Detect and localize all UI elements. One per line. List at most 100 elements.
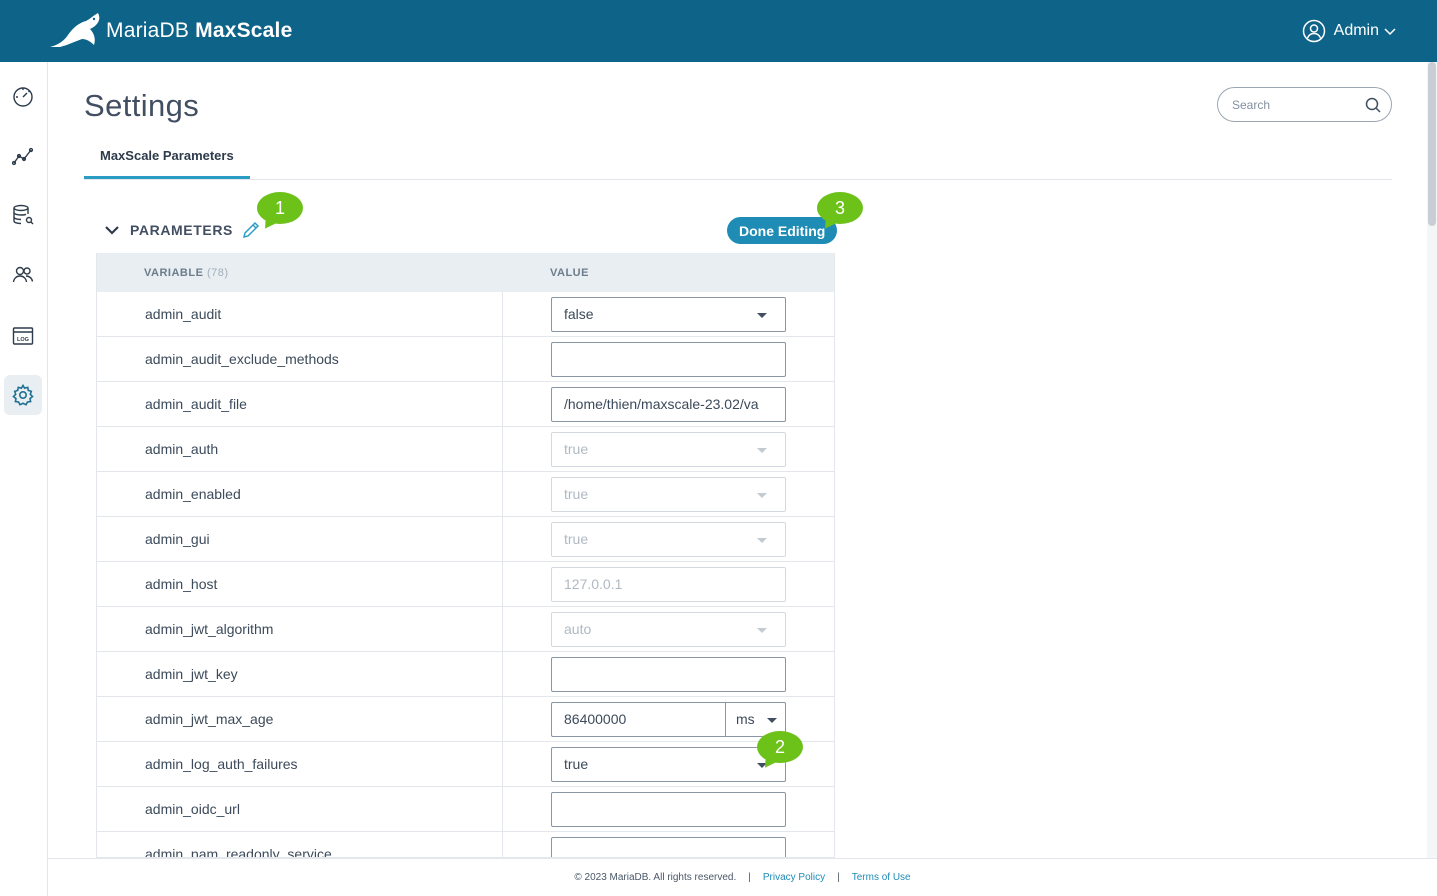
scrollbar-thumb[interactable] xyxy=(1428,62,1436,226)
field-value: true xyxy=(564,486,589,502)
dropdown-caret-icon xyxy=(757,537,767,543)
duration-field[interactable]: 86400000 ms xyxy=(551,701,786,737)
sidebar-item-query-editor[interactable] xyxy=(4,195,42,235)
brand-name: MariaDB MaxScale xyxy=(106,19,292,43)
sidebar-item-logs[interactable]: LOG xyxy=(4,316,42,356)
variable-name: admin_host xyxy=(97,562,503,606)
value-cell xyxy=(503,337,834,381)
tab-maxscale-parameters[interactable]: MaxScale Parameters xyxy=(84,142,250,179)
value-cell xyxy=(503,652,834,696)
sidebar-item-visualization[interactable] xyxy=(4,136,42,176)
field-value: /home/thien/maxscale-23.02/va xyxy=(564,396,759,412)
value-select: auto xyxy=(551,611,786,647)
unit-value: ms xyxy=(736,711,755,727)
sidebar-item-settings[interactable] xyxy=(4,375,42,415)
parameters-section-header: PARAMETERS xyxy=(104,220,261,240)
variable-name: admin_pam_readonly_service xyxy=(97,832,503,857)
table-row: admin_jwt_max_age 86400000 ms xyxy=(97,697,834,742)
value-select: true xyxy=(551,476,786,512)
annotation-bubble-2: 2 xyxy=(757,731,803,763)
table-header: VARIABLE (78) VALUE xyxy=(97,253,834,292)
sidebar-item-users[interactable] xyxy=(4,255,42,295)
page-scrollbar[interactable] xyxy=(1427,62,1437,858)
sidebar-item-dashboard[interactable] xyxy=(4,76,42,116)
main-content: Settings MaxScale Parameters PARAMETERS … xyxy=(48,62,1427,858)
variable-name: admin_gui xyxy=(97,517,503,561)
field-value: 127.0.0.1 xyxy=(564,576,623,592)
table-row: admin_audit_file/home/thien/maxscale-23.… xyxy=(97,382,834,427)
value-cell: true xyxy=(503,427,834,471)
parameters-table: VARIABLE (78) VALUE admin_audit false admi… xyxy=(96,253,835,858)
chevron-down-icon xyxy=(1384,28,1396,36)
dropdown-caret-icon xyxy=(757,312,767,318)
column-header-variable[interactable]: VARIABLE (78) xyxy=(97,267,503,279)
done-editing-button[interactable]: Done Editing xyxy=(727,217,838,244)
copyright-text: © 2023 MariaDB. All rights reserved. xyxy=(574,872,737,883)
variable-name: admin_jwt_key xyxy=(97,652,503,696)
table-row: admin_oidc_url xyxy=(97,787,834,832)
footer: © 2023 MariaDB. All rights reserved. | P… xyxy=(48,858,1437,896)
brand-logo[interactable]: MariaDB MaxScale xyxy=(48,11,292,51)
user-name: Admin xyxy=(1333,22,1379,39)
value-select[interactable]: false xyxy=(551,296,786,332)
search-icon[interactable] xyxy=(1365,97,1381,113)
pencil-icon[interactable] xyxy=(241,220,261,240)
value-input[interactable] xyxy=(551,791,786,827)
value-select: true xyxy=(551,521,786,557)
value-input[interactable] xyxy=(551,836,786,857)
variable-name: admin_log_auth_failures xyxy=(97,742,503,786)
value-cell xyxy=(503,832,834,857)
field-value: auto xyxy=(564,621,592,637)
search-input[interactable] xyxy=(1232,97,1352,112)
value-cell: 127.0.0.1 xyxy=(503,562,834,606)
table-row: admin_gui true xyxy=(97,517,834,562)
dropdown-caret-icon xyxy=(757,447,767,453)
users-icon xyxy=(12,266,34,283)
seal-logo-icon xyxy=(50,13,100,47)
variable-count: (78) xyxy=(206,266,229,279)
dropdown-caret-icon xyxy=(757,627,767,633)
annotation-bubble-1: 1 xyxy=(257,192,303,224)
brand-sub-text: MaxScale xyxy=(195,19,293,42)
footer-separator: | xyxy=(837,872,840,883)
dropdown-caret-icon xyxy=(767,717,777,723)
search-box[interactable] xyxy=(1217,87,1392,122)
value-input[interactable] xyxy=(551,341,786,377)
top-bar: MariaDB MaxScale Admin xyxy=(0,0,1437,62)
account-icon xyxy=(1302,19,1325,43)
table-row: admin_log_auth_failures true xyxy=(97,742,834,787)
value-cell: false xyxy=(503,292,834,336)
column-header-value: VALUE xyxy=(550,266,589,279)
value-cell: /home/thien/maxscale-23.02/va xyxy=(503,382,834,426)
visualization-icon xyxy=(11,147,34,166)
logs-icon: LOG xyxy=(12,327,34,345)
variable-name: admin_jwt_max_age xyxy=(97,697,503,741)
table-row: admin_audit false xyxy=(97,292,834,337)
terms-of-use-link[interactable]: Terms of Use xyxy=(852,872,911,883)
duration-input[interactable]: 86400000 xyxy=(552,702,726,736)
variable-header-label: VARIABLE xyxy=(144,266,204,279)
field-value: true xyxy=(564,531,589,547)
brand-main-text: MariaDB xyxy=(106,19,190,42)
value-cell: true xyxy=(503,517,834,561)
table-body: admin_audit false admin_audit_exclude_meth… xyxy=(97,292,834,857)
section-title: PARAMETERS xyxy=(130,222,233,238)
variable-name: admin_enabled xyxy=(97,472,503,516)
value-input[interactable]: /home/thien/maxscale-23.02/va xyxy=(551,386,786,422)
value-select[interactable]: true xyxy=(551,746,786,782)
field-value: false xyxy=(564,306,594,322)
variable-name: admin_oidc_url xyxy=(97,787,503,831)
table-row: admin_auth true xyxy=(97,427,834,472)
table-row: admin_pam_readonly_service xyxy=(97,832,834,857)
svg-text:LOG: LOG xyxy=(17,337,29,343)
variable-name: admin_audit_exclude_methods xyxy=(97,337,503,381)
dropdown-caret-icon xyxy=(757,492,767,498)
privacy-policy-link[interactable]: Privacy Policy xyxy=(763,872,825,883)
table-row: admin_jwt_algorithm auto xyxy=(97,607,834,652)
collapse-chevron-icon[interactable] xyxy=(104,224,120,236)
footer-separator: | xyxy=(748,872,751,883)
user-menu[interactable]: Admin xyxy=(1302,19,1405,43)
value-cell xyxy=(503,787,834,831)
value-input[interactable] xyxy=(551,656,786,692)
dashboard-icon xyxy=(13,87,33,107)
